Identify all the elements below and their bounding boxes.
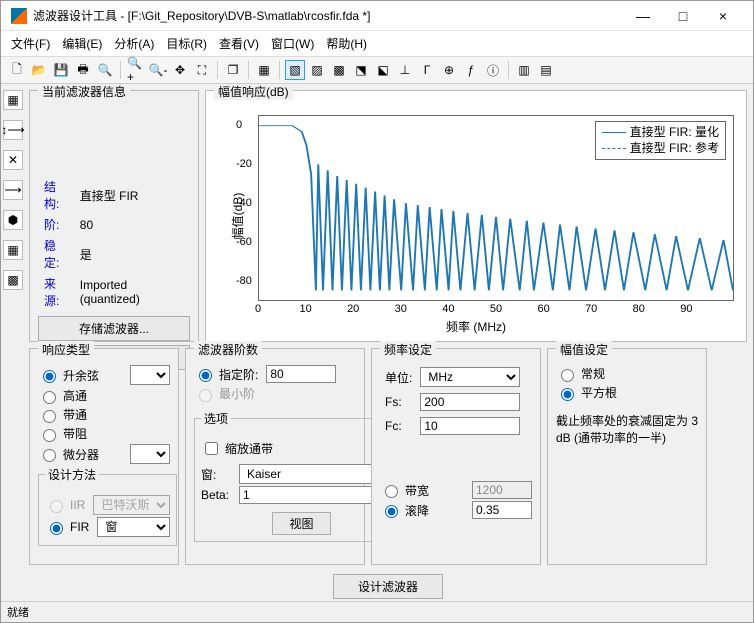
side-quantize-icon[interactable]: ▦ — [3, 240, 23, 260]
diff-select[interactable] — [130, 444, 170, 464]
diff-radio[interactable] — [43, 449, 56, 462]
bs-radio[interactable] — [43, 429, 56, 442]
matlab-logo-icon — [11, 8, 27, 24]
panel-legend: 频率设定 — [380, 341, 436, 358]
bandwidth-input — [472, 481, 532, 499]
realize-icon[interactable]: ▤ — [536, 60, 556, 80]
phase-delay-icon[interactable]: ⬕ — [373, 60, 393, 80]
side-toolbar: ▦ ↕⟶ ✕ ⟶ ⬢ ▦ ▩ — [3, 90, 25, 290]
spec-order-radio[interactable] — [199, 369, 212, 382]
panel-legend: 幅值设定 — [556, 341, 612, 358]
full-view-icon[interactable]: ⛶ — [192, 60, 212, 80]
source-label: 来源: — [40, 274, 74, 310]
menu-view[interactable]: 查看(V) — [219, 35, 259, 52]
fc-input[interactable] — [420, 417, 520, 435]
stable-value: 是 — [76, 236, 188, 272]
titlebar: 滤波器设计工具 - [F:\Git_Repository\DVB-S\matla… — [1, 1, 753, 31]
current-filter-panel: 当前滤波器信息 结构:直接型 FIR 阶:80 稳定:是 来源:Imported… — [29, 90, 199, 342]
menubar: 文件(F) 编辑(E) 分析(A) 目标(R) 查看(V) 窗口(W) 帮助(H… — [1, 31, 753, 57]
menu-help[interactable]: 帮助(H) — [326, 35, 367, 52]
order-label: 阶: — [40, 215, 74, 234]
normal-radio[interactable] — [561, 369, 574, 382]
spectrum-icon[interactable]: ▥ — [514, 60, 534, 80]
side-xform-icon[interactable]: ⬢ — [3, 210, 23, 230]
side-multirate-icon[interactable]: ▩ — [3, 270, 23, 290]
toolbar: 🗋 📂 💾 🖶 🔍 🔍+ 🔍- ✥ ⛶ ❐ ▦ ▧ ▨ ▩ ⬔ ⬕ ⊥ Γ ⊕ … — [1, 57, 753, 84]
struct-value: 直接型 FIR — [76, 177, 188, 213]
view-window-button[interactable]: 视图 — [272, 512, 330, 535]
coeffs-icon[interactable]: ƒ — [461, 60, 481, 80]
menu-edit[interactable]: 编辑(E) — [62, 35, 102, 52]
app-window: 滤波器设计工具 - [F:\Git_Repository\DVB-S\matla… — [0, 0, 754, 623]
rolloff-radio[interactable] — [385, 505, 398, 518]
min-order-radio — [199, 389, 212, 402]
content-area: ▦ ↕⟶ ✕ ⟶ ⬢ ▦ ▩ 当前滤波器信息 结构:直接型 FIR 阶:80 稳… — [1, 84, 753, 601]
save-icon[interactable]: 💾 — [51, 60, 71, 80]
zoom-out-icon[interactable]: 🔍- — [148, 60, 168, 80]
response-type-panel: 响应类型 升余弦 高通 带通 带阻 微分器 设计方法 IIR巴特沃斯 FIR窗 — [29, 348, 179, 565]
side-design-icon[interactable]: ▦ — [3, 90, 23, 110]
mag-spec-panel: 幅值设定 常规 平方根 截止频率处的衰减固定为 3 dB (通带功率的一半) — [547, 348, 707, 565]
mag-resp-icon[interactable]: ▧ — [285, 60, 305, 80]
maximize-button[interactable]: □ — [663, 8, 703, 24]
rolloff-input[interactable] — [472, 501, 532, 519]
scale-passband-check[interactable] — [205, 442, 218, 455]
design-filter-button[interactable]: 设计滤波器 — [333, 574, 443, 599]
menu-file[interactable]: 文件(F) — [11, 35, 50, 52]
struct-label: 结构: — [40, 177, 74, 213]
fir-select[interactable]: 窗 — [97, 517, 170, 537]
polezero-icon[interactable]: ⊕ — [439, 60, 459, 80]
panel-legend: 滤波器阶数 — [194, 341, 262, 358]
side-polezero-icon[interactable]: ✕ — [3, 150, 23, 170]
stable-label: 稳定: — [40, 236, 74, 272]
store-filter-button[interactable]: 存储滤波器... — [38, 316, 190, 341]
order-value: 80 — [76, 215, 188, 234]
zoom-in-icon[interactable]: 🔍+ — [126, 60, 146, 80]
step-icon[interactable]: Γ — [417, 60, 437, 80]
hp-radio[interactable] — [43, 391, 56, 404]
plot-legend-title: 幅值响应(dB) — [214, 84, 293, 100]
rcos-radio[interactable] — [43, 370, 56, 383]
filter-spec-icon[interactable]: ▦ — [254, 60, 274, 80]
menu-target[interactable]: 目标(R) — [166, 35, 207, 52]
side-realize-icon[interactable]: ⟶ — [3, 180, 23, 200]
group-delay-icon[interactable]: ⬔ — [351, 60, 371, 80]
iir-select: 巴特沃斯 — [93, 495, 170, 515]
statusbar: 就绪 — [1, 601, 753, 622]
fir-radio[interactable] — [50, 522, 63, 535]
freq-spec-panel: 频率设定 单位:MHz Fs: Fc: 带宽 滚降 — [371, 348, 541, 565]
magnitude-plot-panel: 幅值响应(dB) 幅值(dB) 频率 (MHz) 直接型 FIR: 量化 直接型… — [205, 90, 747, 342]
side-import-icon[interactable]: ↕⟶ — [3, 120, 23, 140]
window-title: 滤波器设计工具 - [F:\Git_Repository\DVB-S\matla… — [33, 7, 623, 24]
impulse-icon[interactable]: ⊥ — [395, 60, 415, 80]
minimize-button[interactable]: — — [623, 8, 663, 24]
plot-canvas[interactable] — [258, 115, 734, 301]
window-icon[interactable]: ❐ — [223, 60, 243, 80]
bandwidth-radio[interactable] — [385, 485, 398, 498]
bp-radio[interactable] — [43, 410, 56, 423]
menu-analyze[interactable]: 分析(A) — [114, 35, 154, 52]
panel-legend: 响应类型 — [38, 341, 94, 358]
source-value: Imported (quantized) — [76, 274, 188, 310]
iir-radio — [50, 500, 63, 513]
panel-legend: 当前滤波器信息 — [38, 84, 130, 100]
spec-order-input[interactable] — [266, 365, 336, 383]
rcos-select[interactable] — [130, 365, 170, 385]
plot-xlabel: 频率 (MHz) — [446, 318, 506, 335]
pan-icon[interactable]: ✥ — [170, 60, 190, 80]
mag-note: 截止频率处的衰减固定为 3 dB (通带功率的一半) — [556, 413, 698, 447]
close-button[interactable]: × — [703, 8, 743, 24]
filter-order-panel: 滤波器阶数 指定阶: 最小阶 选项 缩放通带 窗:Kaiser Beta: 视图 — [185, 348, 365, 565]
menu-window[interactable]: 窗口(W) — [271, 35, 314, 52]
print-preview-icon[interactable]: 🔍 — [95, 60, 115, 80]
phase-resp-icon[interactable]: ▨ — [307, 60, 327, 80]
open-icon[interactable]: 📂 — [29, 60, 49, 80]
info-icon[interactable]: ⓘ — [483, 60, 503, 80]
unit-select[interactable]: MHz — [420, 367, 520, 387]
sqrt-radio[interactable] — [561, 388, 574, 401]
new-icon[interactable]: 🗋 — [7, 60, 27, 80]
fs-input[interactable] — [420, 393, 520, 411]
magphase-icon[interactable]: ▩ — [329, 60, 349, 80]
print-icon[interactable]: 🖶 — [73, 60, 93, 80]
